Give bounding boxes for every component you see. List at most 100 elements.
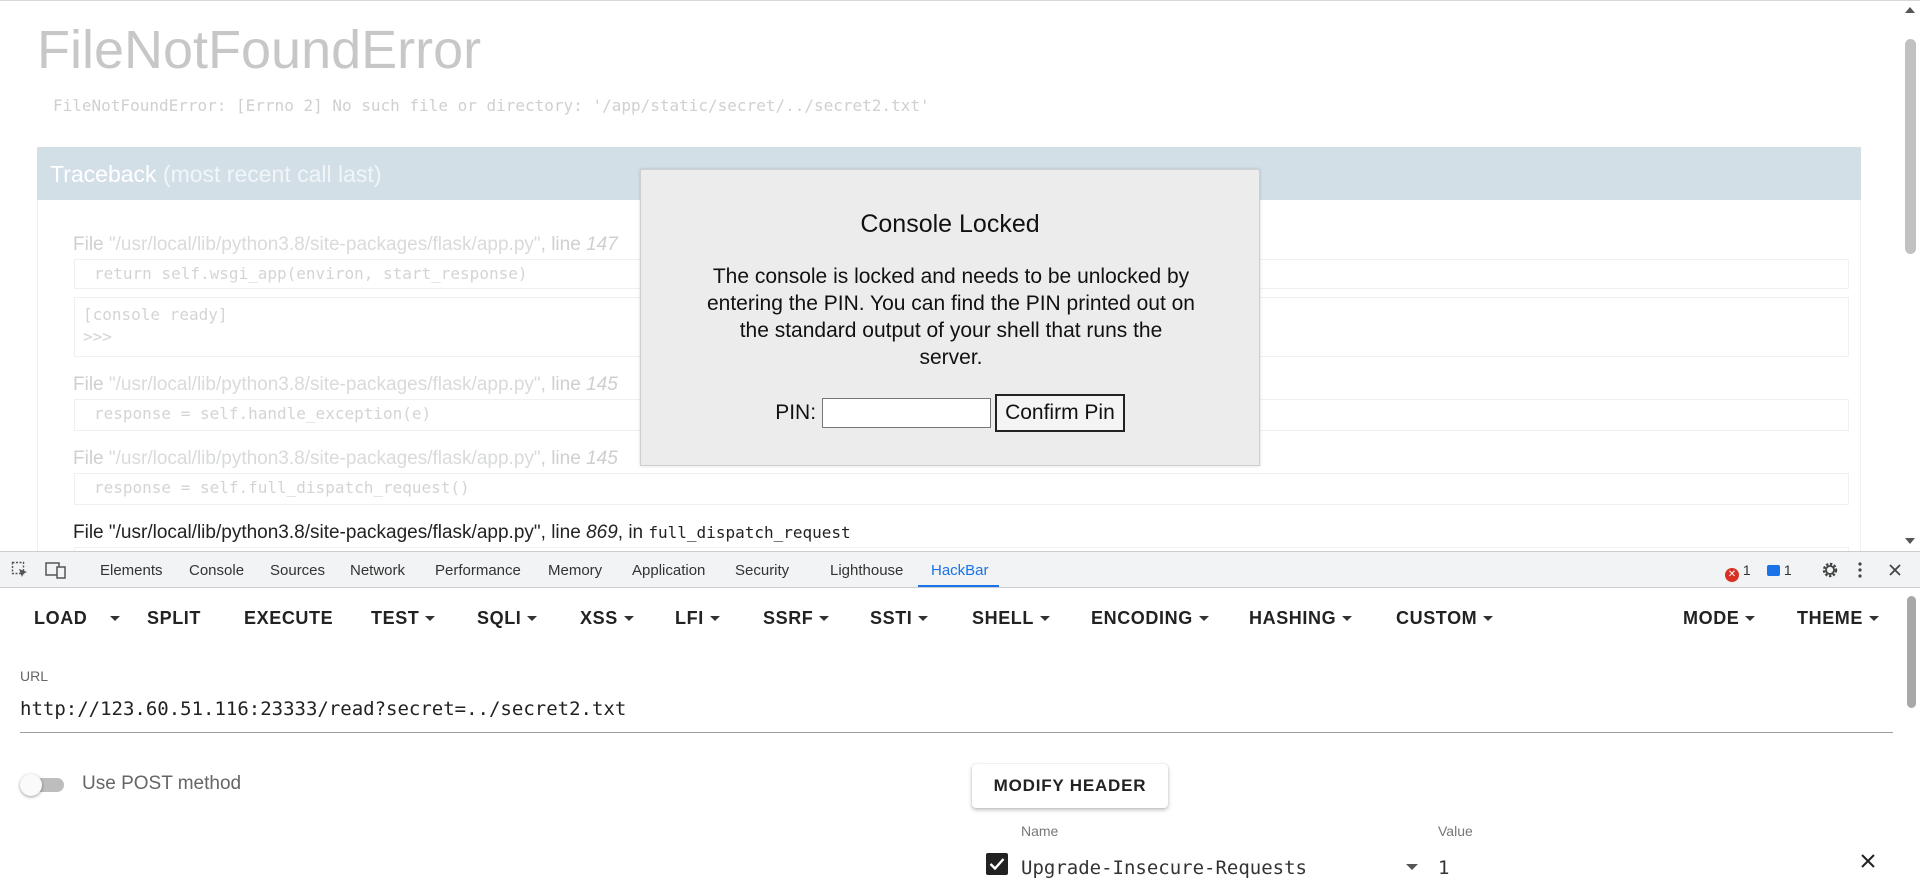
- frame-filename: "/usr/local/lib/python3.8/site-packages/…: [108, 374, 541, 395]
- modify-header-button[interactable]: MODIFY HEADER: [972, 764, 1168, 808]
- chevron-down-icon: [425, 616, 436, 621]
- tab-security[interactable]: Security: [735, 562, 789, 579]
- dialog-message: The console is locked and needs to be un…: [706, 265, 1195, 369]
- device-toolbar-icon[interactable]: [45, 561, 67, 579]
- page-scrollbar[interactable]: [1900, 1, 1920, 551]
- xss-menu[interactable]: XSS: [580, 608, 634, 629]
- lfi-menu[interactable]: LFI: [675, 608, 720, 629]
- url-input[interactable]: http://123.60.51.116:23333/read?secret=.…: [20, 698, 626, 720]
- error-message: FileNotFoundError: [Errno 2] No such fil…: [53, 96, 930, 115]
- tab-lighthouse[interactable]: Lighthouse: [830, 562, 903, 579]
- tab-console[interactable]: Console: [189, 562, 244, 579]
- load-menu-toggle[interactable]: [104, 608, 120, 629]
- theme-menu[interactable]: THEME: [1797, 608, 1879, 629]
- shell-menu[interactable]: SHELL: [972, 608, 1051, 629]
- chevron-down-icon: [527, 616, 538, 621]
- sqli-menu[interactable]: SQLI: [477, 608, 538, 629]
- header-name-input[interactable]: Upgrade-Insecure-Requests: [1021, 857, 1307, 879]
- dialog-title: Console Locked: [860, 210, 1040, 238]
- frame-line[interactable]: File "/usr/local/lib/python3.8/site-pack…: [73, 234, 618, 256]
- remove-header-icon[interactable]: [1860, 853, 1876, 869]
- split-button[interactable]: SPLIT: [147, 608, 201, 629]
- frame-code[interactable]: response = self.full_dispatch_request(): [74, 473, 1849, 505]
- chevron-down-icon: [1040, 616, 1051, 621]
- mode-menu[interactable]: MODE: [1683, 608, 1756, 629]
- frame-filename: "/usr/local/lib/python3.8/site-packages/…: [108, 448, 541, 469]
- scrollbar-thumb[interactable]: [1905, 39, 1916, 254]
- load-button[interactable]: LOAD: [34, 608, 87, 629]
- header-value-input[interactable]: 1: [1438, 857, 1449, 879]
- post-method-label: Use POST method: [82, 773, 242, 794]
- traceback-title: Traceback (most recent call last): [50, 161, 381, 188]
- tab-elements[interactable]: Elements: [100, 562, 163, 579]
- tab-hackbar[interactable]: HackBar: [931, 562, 989, 579]
- chevron-down-icon: [110, 616, 120, 621]
- scroll-down-icon[interactable]: [1905, 538, 1915, 544]
- chevron-down-icon: [1342, 616, 1353, 621]
- encoding-menu[interactable]: ENCODING: [1091, 608, 1209, 629]
- checkmark-icon: [989, 858, 1005, 871]
- devtools-scrollbar[interactable]: [1904, 589, 1920, 884]
- chevron-down-icon: [1745, 616, 1756, 621]
- chevron-down-icon: [819, 616, 830, 621]
- settings-gear-icon[interactable]: [1821, 561, 1839, 579]
- toggle-knob: [20, 774, 42, 796]
- chevron-down-icon: [709, 616, 720, 621]
- test-menu[interactable]: TEST: [371, 608, 436, 629]
- scroll-up-icon[interactable]: [1905, 7, 1915, 13]
- pin-row: PIN: Confirm Pin: [641, 394, 1259, 432]
- frame-line-number: 147: [586, 234, 618, 255]
- post-method-toggle[interactable]: [20, 774, 68, 796]
- traceback-subtitle: (most recent call last): [162, 161, 382, 187]
- chevron-down-icon: [918, 616, 929, 621]
- tab-performance[interactable]: Performance: [435, 562, 521, 579]
- header-name-label: Name: [1021, 823, 1059, 839]
- message-icon: [1767, 565, 1780, 576]
- scrollbar-thumb[interactable]: [1907, 596, 1916, 708]
- chevron-down-icon: [623, 616, 634, 621]
- tab-memory[interactable]: Memory: [548, 562, 602, 579]
- header-value-label: Value: [1438, 823, 1473, 839]
- tab-sources[interactable]: Sources: [270, 562, 325, 579]
- error-icon: ✕: [1725, 568, 1739, 582]
- frame-line[interactable]: File "/usr/local/lib/python3.8/site-pack…: [73, 448, 618, 470]
- error-counter[interactable]: ✕ 1: [1725, 562, 1751, 582]
- inspect-element-icon[interactable]: [11, 561, 29, 579]
- frame-line-active[interactable]: File "/usr/local/lib/python3.8/site-pack…: [73, 522, 851, 544]
- page-title: FileNotFoundError: [37, 20, 482, 80]
- frame-line[interactable]: File "/usr/local/lib/python3.8/site-pack…: [73, 374, 618, 396]
- devtools-panel: Elements Console Sources Network Perform…: [0, 551, 1920, 884]
- tab-network[interactable]: Network: [350, 562, 405, 579]
- hackbar-toolbar: LOAD SPLIT EXECUTE TEST SQLI XSS LFI SSR…: [0, 589, 1900, 647]
- devtools-tabbar: Elements Console Sources Network Perform…: [0, 552, 1920, 588]
- chevron-down-icon: [1483, 616, 1494, 621]
- custom-menu[interactable]: CUSTOM: [1396, 608, 1494, 629]
- pin-label: PIN:: [775, 401, 817, 424]
- console-locked-dialog: Console Locked The console is locked and…: [640, 169, 1260, 466]
- execute-button[interactable]: EXECUTE: [244, 608, 333, 629]
- debugger-page: FileNotFoundError FileNotFoundError: [Er…: [0, 0, 1920, 551]
- chevron-down-icon: [1198, 616, 1209, 621]
- confirm-pin-button[interactable]: Confirm Pin: [995, 394, 1125, 432]
- error-count: 1: [1742, 562, 1751, 578]
- chevron-down-icon: [1869, 616, 1879, 621]
- frame-line-number: 869: [586, 522, 618, 543]
- header-name-dropdown-icon[interactable]: [1406, 864, 1418, 870]
- ssti-menu[interactable]: SSTI: [870, 608, 929, 629]
- frame-function: full_dispatch_request: [648, 523, 851, 542]
- more-options-icon[interactable]: [1856, 561, 1864, 579]
- traceback-title-main: Traceback: [50, 161, 157, 187]
- header-enabled-checkbox[interactable]: [986, 853, 1008, 875]
- frame-line-number: 145: [586, 374, 618, 395]
- tab-application[interactable]: Application: [632, 562, 705, 579]
- pin-input[interactable]: [822, 398, 992, 428]
- message-count: 1: [1783, 562, 1792, 578]
- url-label: URL: [20, 668, 49, 684]
- ssrf-menu[interactable]: SSRF: [763, 608, 830, 629]
- close-devtools-icon[interactable]: [1886, 561, 1904, 579]
- hashing-menu[interactable]: HASHING: [1249, 608, 1353, 629]
- frame-filename: "/usr/local/lib/python3.8/site-packages/…: [108, 522, 541, 543]
- url-input-underline: [20, 732, 1893, 733]
- message-counter[interactable]: 1: [1767, 562, 1792, 578]
- active-tab-indicator: [918, 585, 999, 587]
